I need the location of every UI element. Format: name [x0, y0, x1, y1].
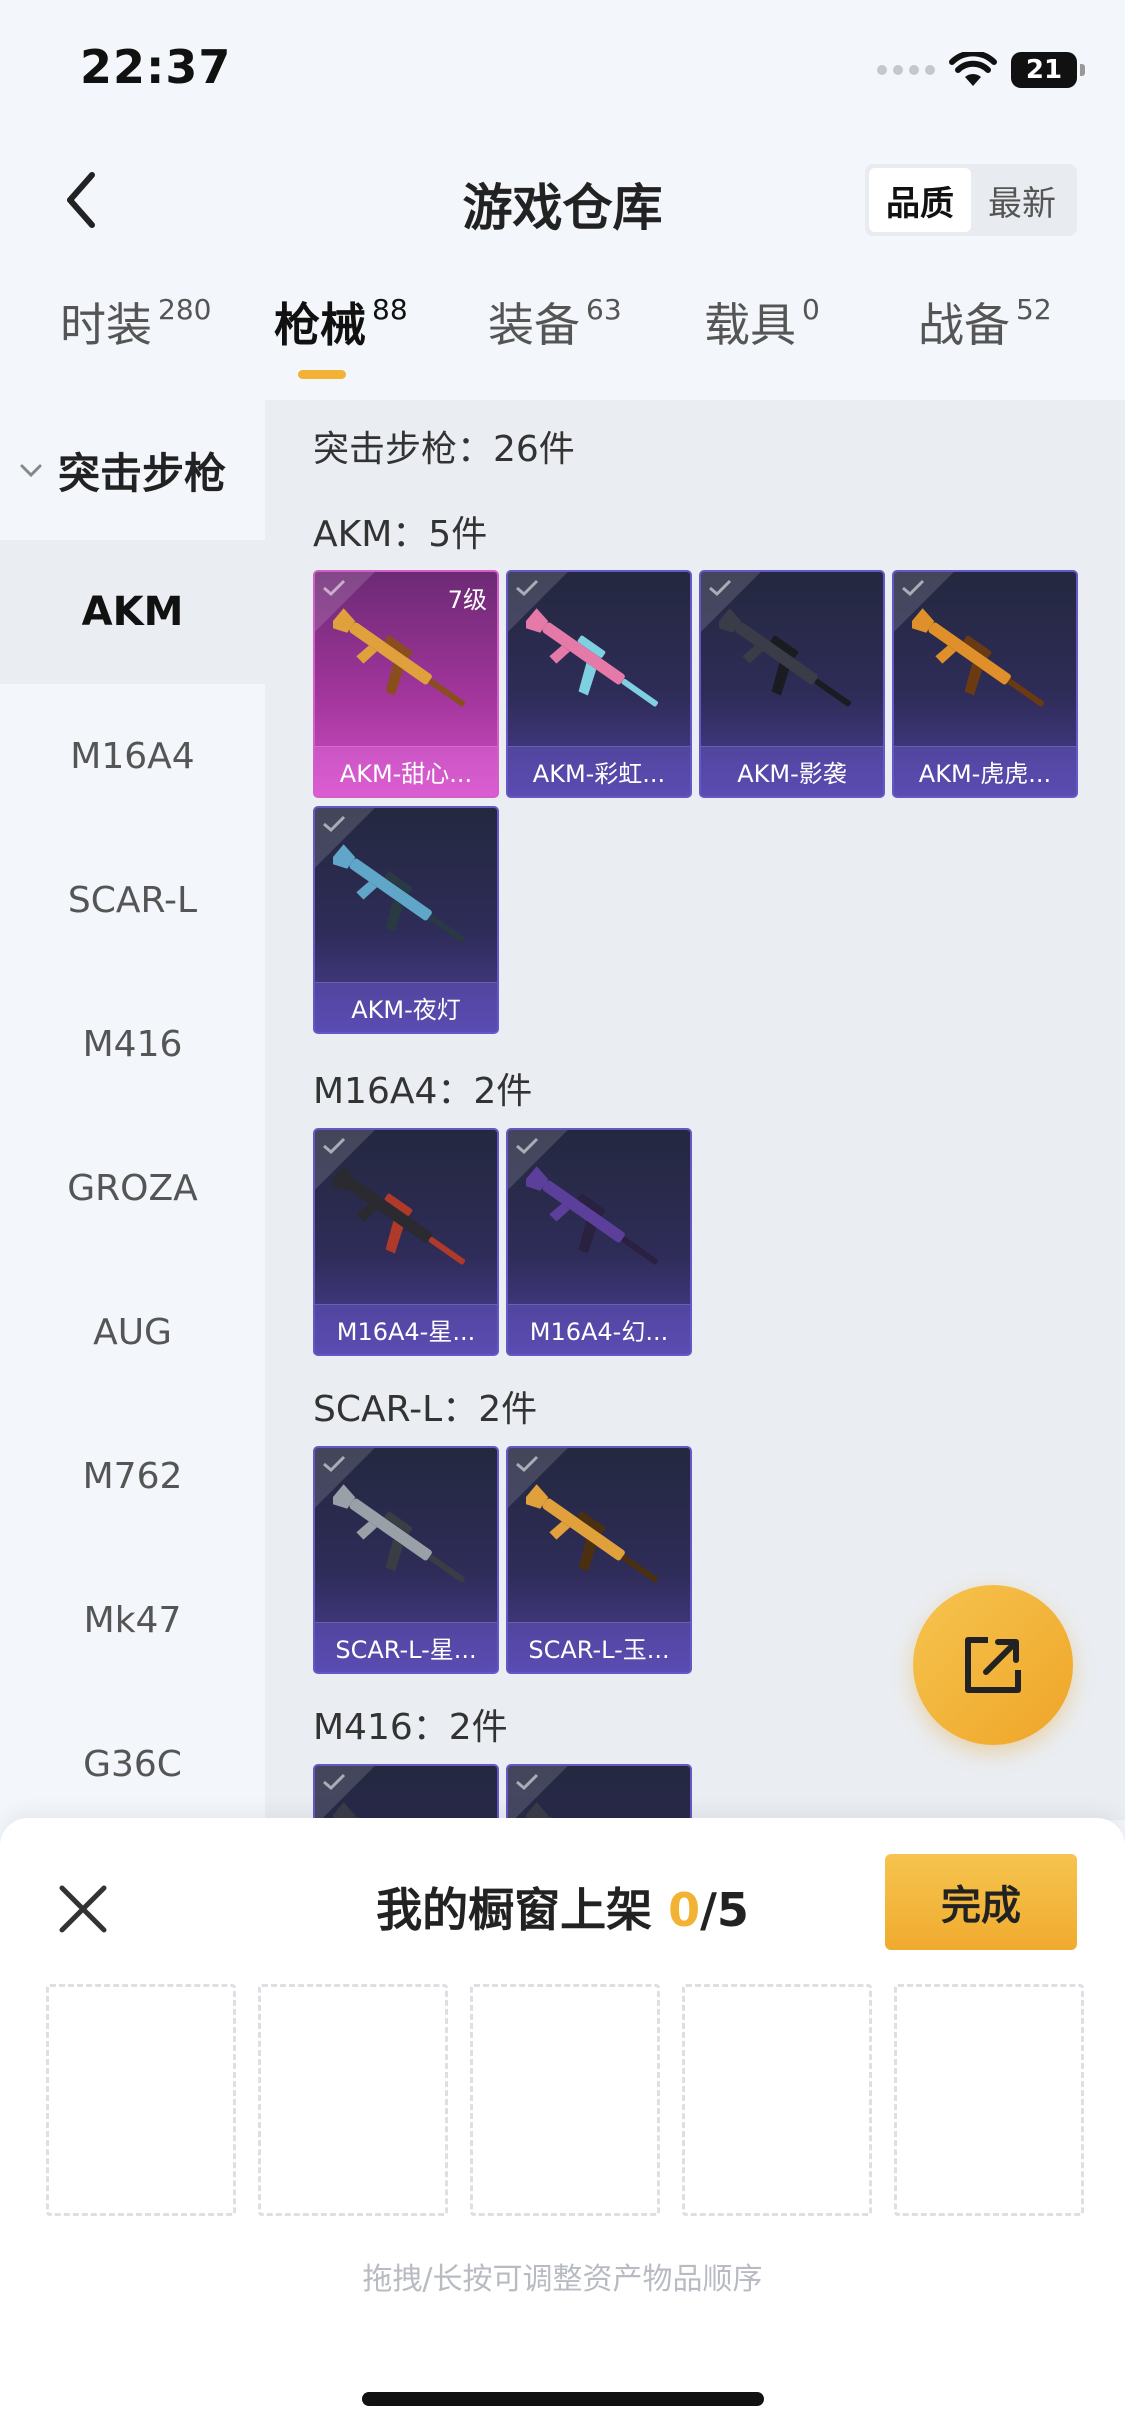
status-time: 22:37: [80, 40, 232, 94]
sidebar-item-aug[interactable]: AUG: [0, 1260, 265, 1404]
cellular-signal-icon: [877, 65, 935, 75]
weapon-card[interactable]: AKM-彩虹...: [506, 570, 692, 798]
showcase-count-current: 0: [668, 1883, 701, 1937]
tab-vehicles[interactable]: 载具 0: [704, 290, 820, 380]
tab-label: 时装: [60, 298, 152, 352]
sidebar-category-assault-rifle[interactable]: 突击步枪: [0, 400, 265, 540]
weapon-card[interactable]: M16A4-幻...: [506, 1128, 692, 1356]
sidebar-item-g36c[interactable]: G36C: [0, 1692, 265, 1836]
tab-count: 88: [372, 293, 408, 326]
tab-fashion[interactable]: 时装 280: [60, 290, 211, 380]
sheet-title-text: 我的橱窗上架: [376, 1883, 669, 1937]
showcase-slot[interactable]: [258, 1984, 448, 2216]
item-name: AKM-虎虎...: [894, 746, 1076, 796]
chevron-down-icon: [20, 464, 42, 478]
sidebar-item-m16a4[interactable]: M16A4: [0, 684, 265, 828]
rifle-icon: [333, 1484, 465, 1583]
section-title-m16a4: M16A4：2件: [313, 1071, 533, 1112]
share-icon: [965, 1637, 1021, 1693]
status-bar: 22:37 21: [0, 0, 1125, 130]
showcase-slot[interactable]: [470, 1984, 660, 2216]
sort-toggle: 品质 最新: [865, 164, 1077, 236]
tab-label: 载具: [704, 298, 796, 352]
active-tab-indicator: [298, 370, 346, 379]
tab-count: 63: [586, 293, 622, 326]
rifle-icon: [333, 1166, 465, 1265]
weapon-card[interactable]: [506, 1764, 692, 1820]
weapon-card[interactable]: SCAR-L-星...: [313, 1446, 499, 1674]
sidebar-item-m416[interactable]: M416: [0, 972, 265, 1116]
category-tabs: 时装 280 枪械 88 装备 63 载具 0 战备 52: [0, 290, 1125, 390]
wifi-icon: [949, 52, 997, 86]
sidebar-item-groza[interactable]: GROZA: [0, 1116, 265, 1260]
tab-label: 战备: [918, 298, 1010, 352]
item-name: AKM-夜灯: [315, 982, 497, 1032]
sidebar-item-mk47[interactable]: Mk47: [0, 1548, 265, 1692]
item-name: SCAR-L-玉...: [508, 1622, 690, 1672]
rifle-icon: [526, 1484, 658, 1583]
showcase-sheet: 我的橱窗上架 0/5 完成 拖拽/长按可调整资产物品顺序: [0, 1818, 1125, 2436]
tab-count: 0: [802, 293, 820, 326]
showcase-slot[interactable]: [46, 1984, 236, 2216]
rifle-icon: [333, 608, 465, 707]
showcase-count-total: /5: [700, 1883, 749, 1937]
done-button[interactable]: 完成: [885, 1854, 1077, 1950]
rifle-icon: [526, 608, 658, 707]
sidebar-item-m762[interactable]: M762: [0, 1404, 265, 1548]
sidebar-item-scar-l[interactable]: SCAR-L: [0, 828, 265, 972]
rifle-icon: [719, 608, 851, 707]
section-title-m416: M416：2件: [313, 1707, 508, 1748]
tab-equipment[interactable]: 装备 63: [488, 290, 622, 380]
tab-count: 280: [158, 293, 212, 326]
weapon-type-sidebar: 突击步枪 AKM M16A4 SCAR-L M416 GROZA AUG M76…: [0, 400, 265, 1820]
weapon-card[interactable]: [313, 1764, 499, 1820]
home-indicator: [362, 2392, 764, 2406]
sidebar-category-label: 突击步枪: [58, 448, 227, 498]
reorder-hint: 拖拽/长按可调整资产物品顺序: [362, 2262, 763, 2297]
rifle-icon: [333, 844, 465, 943]
battery-icon: 21: [1011, 52, 1085, 88]
rifle-icon: [912, 608, 1044, 707]
share-button[interactable]: [913, 1585, 1073, 1745]
section-title-scar-l: SCAR-L：2件: [313, 1389, 538, 1430]
item-name: AKM-甜心...: [315, 746, 497, 796]
tab-supplies[interactable]: 战备 52: [918, 290, 1052, 380]
weapon-card[interactable]: 7级 AKM-甜心...: [313, 570, 499, 798]
item-name: SCAR-L-星...: [315, 1622, 497, 1672]
item-name: M16A4-星...: [315, 1304, 497, 1354]
tab-label: 装备: [488, 298, 580, 352]
tab-count: 52: [1016, 293, 1052, 326]
sort-newest-button[interactable]: 最新: [971, 168, 1073, 232]
summary-title: 突击步枪：26件: [313, 429, 575, 470]
sort-quality-button[interactable]: 品质: [869, 168, 971, 232]
weapon-card[interactable]: AKM-夜灯: [313, 806, 499, 1034]
header: 游戏仓库 品质 最新: [0, 140, 1125, 260]
showcase-slot[interactable]: [894, 1984, 1084, 2216]
weapon-card[interactable]: AKM-虎虎...: [892, 570, 1078, 798]
section-title-akm: AKM：5件: [313, 514, 488, 555]
item-name: M16A4-幻...: [508, 1304, 690, 1354]
status-indicators: 21: [877, 50, 1085, 90]
tab-label: 枪械: [274, 298, 366, 352]
item-name: AKM-影袭: [701, 746, 883, 796]
weapon-card[interactable]: AKM-影袭: [699, 570, 885, 798]
showcase-slots: [46, 1984, 1084, 2216]
tab-firearms[interactable]: 枪械 88: [274, 290, 408, 380]
weapon-card[interactable]: SCAR-L-玉...: [506, 1446, 692, 1674]
sidebar-item-akm[interactable]: AKM: [0, 540, 265, 684]
weapon-card[interactable]: M16A4-星...: [313, 1128, 499, 1356]
rifle-icon: [526, 1166, 658, 1265]
item-name: AKM-彩虹...: [508, 746, 690, 796]
showcase-slot[interactable]: [682, 1984, 872, 2216]
